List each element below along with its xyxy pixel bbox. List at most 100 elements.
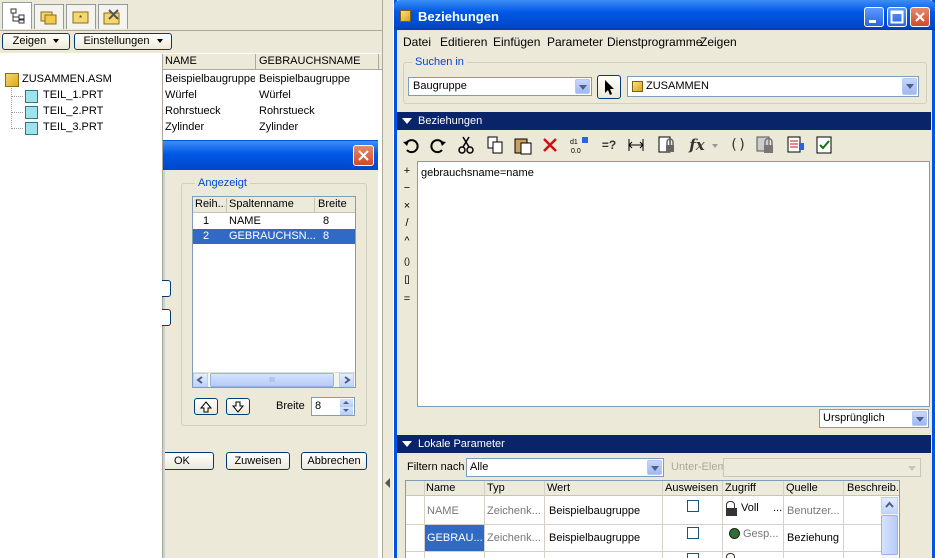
checklist-icon[interactable] (814, 135, 834, 155)
hidden-panel-button[interactable] (162, 280, 171, 297)
header-typ[interactable]: Typ (487, 482, 505, 494)
operator-multiply[interactable]: × (402, 200, 412, 212)
ausweisen-checkbox[interactable] (687, 527, 699, 539)
header-name[interactable]: Name (426, 482, 455, 494)
spin-up-icon[interactable] (340, 399, 353, 407)
collapse-arrow-icon[interactable] (385, 478, 390, 488)
einstellungen-button[interactable]: Einstellungen (74, 33, 172, 50)
operator-plus[interactable]: + (402, 165, 412, 177)
cut-icon[interactable] (456, 135, 476, 155)
operator-divide[interactable]: / (402, 217, 412, 229)
tree-item-assembly[interactable]: ZUSAMMEN.ASM (5, 72, 155, 88)
grid-cell-gebrauchsname[interactable]: Würfel (259, 89, 377, 101)
grid-cell-name[interactable]: Zylinder (165, 121, 255, 133)
vertical-scrollbar[interactable] (881, 497, 898, 558)
partial-checkbox[interactable] (687, 553, 699, 558)
lokale-parameter-section-header[interactable]: Lokale Parameter (397, 435, 931, 453)
ausweisen-checkbox[interactable] (687, 500, 699, 512)
tab-tools[interactable] (98, 4, 128, 29)
sort-relations-icon[interactable] (786, 135, 806, 155)
move-up-button[interactable] (194, 398, 218, 415)
redo-icon[interactable] (428, 135, 448, 155)
measure-icon[interactable] (626, 135, 646, 155)
menu-zeigen[interactable]: Zeigen (700, 35, 737, 49)
operator-brackets[interactable]: [] (400, 274, 414, 284)
verify-precision-icon[interactable]: d1 0.0 (568, 135, 588, 155)
header-breite[interactable]: Breite (318, 198, 354, 210)
copy-icon[interactable] (485, 135, 505, 155)
header-wert[interactable]: Wert (547, 482, 570, 494)
scroll-right-button[interactable] (339, 373, 354, 387)
ok-button[interactable]: OK (165, 452, 214, 470)
function-dropdown-icon[interactable] (712, 144, 718, 148)
undo-icon[interactable] (401, 135, 421, 155)
grid-cell-name[interactable]: Beispielbaugruppe (165, 73, 255, 85)
menu-editieren[interactable]: Editieren (440, 35, 487, 49)
menu-datei[interactable]: Datei (403, 35, 431, 49)
move-down-button[interactable] (226, 398, 250, 415)
abbrechen-button[interactable]: Abbrechen (301, 452, 367, 470)
delete-icon[interactable] (540, 135, 560, 155)
lock-file-icon[interactable] (656, 135, 676, 155)
header-reihenfolge[interactable]: Reih... (195, 198, 225, 210)
tab-model-tree[interactable] (2, 2, 32, 29)
tab-folder-browser[interactable] (34, 4, 64, 29)
grid-cell-name[interactable]: Würfel (165, 89, 255, 101)
zuweisen-button[interactable]: Zuweisen (226, 452, 290, 470)
zusammen-select[interactable]: ZUSAMMEN (627, 76, 919, 97)
menu-dienstprogramme[interactable]: Dienstprogramme (607, 35, 702, 49)
tree-item-part[interactable]: TEIL_1.PRT (11, 88, 151, 104)
spin-down-icon[interactable] (340, 407, 353, 415)
scroll-thumb[interactable] (881, 515, 898, 555)
grid-cell-gebrauchsname[interactable]: Rohrstueck (259, 105, 377, 117)
select-pointer-button[interactable] (597, 75, 621, 99)
operator-power[interactable]: ^ (402, 235, 412, 247)
paste-icon[interactable] (513, 135, 533, 155)
tree-item-part[interactable]: TEIL_3.PRT (11, 120, 151, 136)
scroll-left-button[interactable] (193, 373, 208, 387)
param-zugriff-more[interactable]: ... (773, 502, 782, 514)
tab-favorites[interactable]: * (66, 4, 96, 29)
operator-minus[interactable]: − (402, 182, 412, 194)
header-ausweisen[interactable]: Ausweisen (665, 482, 718, 494)
menu-einfuegen[interactable]: Einfügen (493, 35, 540, 49)
operator-equals[interactable]: = (402, 293, 412, 305)
baugruppe-select[interactable]: Baugruppe (408, 77, 592, 96)
grid-cell-gebrauchsname[interactable]: Zylinder (259, 121, 377, 133)
table-row[interactable]: 1 NAME 8 (193, 214, 355, 229)
relations-editor[interactable]: gebrauchsname=name (417, 161, 930, 407)
header-quelle[interactable]: Quelle (786, 482, 818, 494)
menu-parameter[interactable]: Parameter (547, 35, 603, 49)
tree-item-part[interactable]: TEIL_2.PRT (11, 104, 151, 120)
operator-parentheses[interactable]: () (400, 256, 414, 266)
ursprunglich-select[interactable]: Ursprünglich (819, 409, 929, 428)
grid-cell-gebrauchsname[interactable]: Beispielbaugruppe (259, 73, 377, 85)
horizontal-scrollbar[interactable]: III (193, 372, 355, 387)
minimize-button[interactable] (864, 7, 884, 27)
evaluate-icon[interactable]: =? (599, 135, 619, 155)
header-beschreibung[interactable]: Beschreib. (847, 482, 899, 494)
header-zugriff[interactable]: Zugriff (725, 482, 756, 494)
maximize-button[interactable] (887, 7, 907, 27)
scroll-up-button[interactable] (881, 497, 898, 514)
tree-item-label: TEIL_3.PRT (43, 121, 104, 133)
close-button[interactable] (910, 7, 930, 27)
lock-parameter-icon[interactable] (755, 135, 775, 155)
column-header-name[interactable]: NAME (165, 55, 255, 67)
table-row[interactable]: NAME Zeichenk... Beispielbaugruppe Voll … (406, 497, 881, 524)
scroll-thumb[interactable]: III (210, 373, 334, 387)
table-row[interactable]: GEBRAU... Zeichenk... Beispielbaugruppe … (406, 525, 881, 551)
zeigen-button[interactable]: Zeigen (2, 33, 70, 50)
splitter[interactable] (382, 0, 394, 558)
breite-spinner[interactable]: 8 (311, 397, 355, 416)
beziehungen-section-header[interactable]: Beziehungen (397, 112, 931, 130)
header-spaltenname[interactable]: Spaltenname (229, 198, 313, 210)
column-header-gebrauchsname[interactable]: GEBRAUCHSNAME (259, 55, 379, 67)
dialog-close-button[interactable] (353, 145, 374, 166)
filter-select[interactable]: Alle (466, 458, 664, 477)
table-row-selected[interactable]: 2 GEBRAUCHSN... 8 (193, 229, 355, 244)
hidden-panel-button[interactable] (162, 309, 171, 326)
brackets-icon[interactable]: () (728, 135, 748, 155)
function-icon[interactable]: fx (687, 135, 707, 155)
grid-cell-name[interactable]: Rohrstueck (165, 105, 255, 117)
